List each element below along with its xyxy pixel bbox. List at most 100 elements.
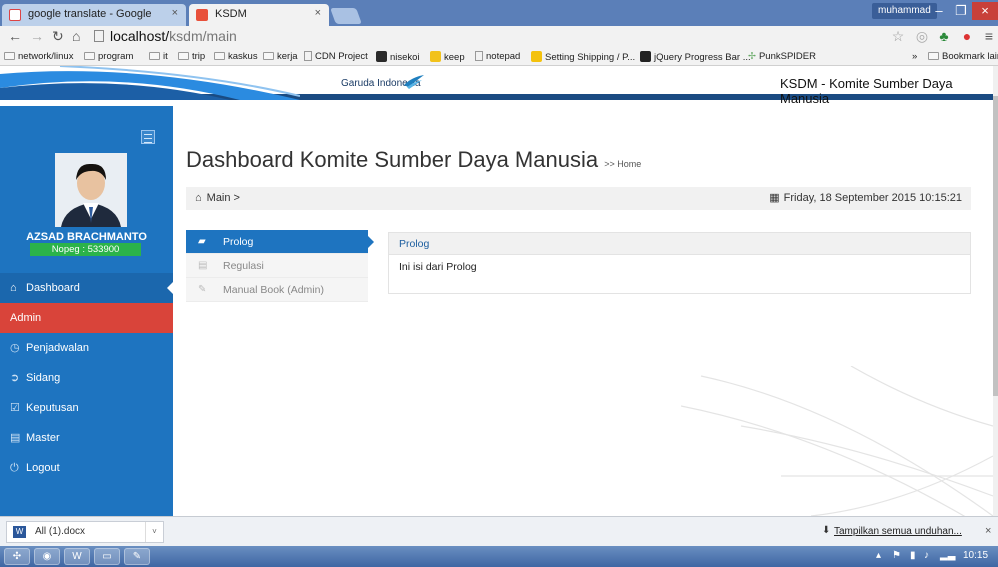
browser-tab-ksdm[interactable]: KSDM ×: [189, 4, 329, 26]
sidebar-item-label: Keputusan: [26, 402, 79, 414]
bookmark-item[interactable]: notepad: [475, 51, 520, 62]
star-bookmark-icon[interactable]: ☆: [891, 29, 905, 43]
bookmarks-overflow-button[interactable]: »: [912, 51, 917, 62]
sidebar-item-label: Sidang: [26, 372, 61, 384]
page-icon: [94, 30, 104, 42]
word-taskbar-icon[interactable]: W: [64, 548, 90, 565]
scrollbar-thumb[interactable]: [993, 96, 998, 396]
url-host: localhost/: [110, 28, 170, 44]
shipping-favicon-icon: [531, 51, 542, 62]
taskbar-clock[interactable]: 10:15: [963, 550, 988, 561]
tab-regulasi[interactable]: ▤ Regulasi: [186, 254, 368, 278]
close-tab-icon[interactable]: ×: [315, 7, 321, 19]
sidebar-item-keputusan[interactable]: ☑ Keputusan: [0, 393, 173, 423]
bookmark-folder[interactable]: trip: [178, 51, 205, 62]
chrome-taskbar-icon[interactable]: ◉: [34, 548, 60, 565]
chevron-down-icon[interactable]: ˅: [145, 522, 163, 542]
battery-icon[interactable]: ▮: [910, 550, 916, 561]
minimize-icon[interactable]: –: [928, 2, 950, 20]
extension-icon[interactable]: ◎: [915, 29, 929, 43]
bookmark-item[interactable]: jQuery Progress Bar ...: [640, 51, 751, 63]
folder-icon: [214, 52, 225, 60]
breadcrumb: ⌂ Main > ▦ Friday, 18 September 2015 10:15…: [186, 187, 971, 210]
bookmark-folder[interactable]: it: [149, 51, 168, 62]
download-shelf: W All (1).docx ˅ ⬇ Tampilkan semua unduh…: [0, 516, 998, 546]
panel-body: Ini isi dari Prolog: [399, 261, 477, 273]
forward-arrow-icon[interactable]: →: [30, 28, 44, 44]
sidebar-section-admin: Admin: [0, 303, 173, 333]
briefcase-icon: ▤: [10, 432, 21, 444]
sidebar-item-logout[interactable]: ⏻ Logout: [0, 453, 173, 483]
calendar-icon: ▦: [769, 192, 780, 204]
windows-taskbar: ✣ ◉ W ▭ ✎ ▴ ⚑ ▮ ♪ ▂▃ 10:15: [0, 546, 998, 567]
bookmark-item[interactable]: ✢ PunkSPIDER: [748, 51, 816, 62]
download-filename: All (1).docx: [35, 526, 86, 537]
datetime-text: Friday, 18 September 2015 10:15:21: [783, 192, 962, 204]
browser-tab-google-translate[interactable]: google translate - Google ×: [2, 4, 186, 26]
bookmark-folder[interactable]: network/linux: [4, 51, 73, 62]
window-close-icon[interactable]: ×: [972, 2, 998, 20]
show-all-downloads-link[interactable]: Tampilkan semua unduhan...: [834, 526, 962, 537]
flag-icon[interactable]: ⚑: [892, 550, 901, 561]
prolog-panel: Prolog Ini isi dari Prolog: [388, 232, 971, 294]
restore-icon[interactable]: ❐: [950, 2, 972, 20]
adblock-icon[interactable]: ●: [960, 29, 974, 43]
checkbox-icon: ☑: [10, 402, 20, 414]
gmail-favicon-icon: [9, 9, 21, 21]
folder-icon: [178, 52, 189, 60]
reload-icon[interactable]: ↻: [52, 28, 64, 45]
power-icon: ⏻: [10, 462, 19, 474]
url-path: ksdm/main: [169, 28, 237, 44]
new-tab-button[interactable]: [330, 8, 362, 24]
bookmark-item[interactable]: nisekoi: [376, 51, 420, 63]
jquery-favicon-icon: [640, 51, 651, 62]
extension-people-icon[interactable]: ♣: [937, 29, 951, 43]
tab-manual-book[interactable]: ✎ Manual Book (Admin): [186, 278, 368, 302]
address-bar[interactable]: localhost/ksdm/main: [94, 28, 884, 46]
back-arrow-icon[interactable]: ←: [8, 28, 22, 44]
book-icon: ▰: [198, 236, 206, 247]
volume-icon[interactable]: ♪: [924, 550, 929, 561]
tab-prolog[interactable]: ▰ Prolog: [186, 230, 374, 254]
tray-expand-icon[interactable]: ▴: [876, 550, 881, 561]
bookmark-label: keep: [444, 52, 465, 63]
bookmark-item[interactable]: keep: [430, 51, 465, 63]
sidebar-item-dashboard[interactable]: ⌂ Dashboard: [0, 273, 173, 303]
sidebar-item-sidang[interactable]: ➲ Sidang: [0, 363, 173, 393]
bookmark-label: Setting Shipping / P...: [545, 52, 636, 63]
menu-icon[interactable]: ≡: [982, 29, 996, 43]
start-button-icon[interactable]: ✣: [4, 548, 30, 565]
sidebar-item-master[interactable]: ▤ Master: [0, 423, 173, 453]
menu-toggle-icon[interactable]: [141, 130, 155, 144]
bookmark-folder[interactable]: kaskus: [214, 51, 258, 62]
tab-label: Regulasi: [223, 260, 264, 272]
folder-taskbar-icon[interactable]: ▭: [94, 548, 120, 565]
home-icon: ⌂: [10, 282, 17, 294]
browser-tab-strip: google translate - Google × KSDM × muham…: [0, 0, 998, 26]
sidebar-item-label: Master: [26, 432, 60, 444]
close-tab-icon[interactable]: ×: [172, 7, 178, 19]
bookmark-item[interactable]: Setting Shipping / P...: [531, 51, 635, 63]
bookmark-folder[interactable]: kerja: [263, 51, 298, 62]
header-wave-decoration: [0, 66, 300, 100]
site-title: KSDM - Komite Sumber Daya Manusia: [780, 76, 953, 106]
home-button-icon[interactable]: ⌂: [72, 28, 80, 44]
download-item[interactable]: W All (1).docx ˅: [6, 521, 164, 543]
network-signal-icon[interactable]: ▂▃: [940, 550, 955, 561]
page-title: Dashboard Komite Sumber Daya Manusia >> …: [186, 147, 641, 173]
page-title-text: Dashboard Komite Sumber Daya Manusia: [186, 147, 599, 172]
page-title-suffix: >> Home: [604, 159, 642, 169]
tool-taskbar-icon[interactable]: ✎: [124, 548, 150, 565]
page-scrollbar[interactable]: [993, 66, 998, 516]
bookmark-label: CDN Project: [315, 51, 368, 62]
folder-icon: [84, 52, 95, 60]
bookmark-folder[interactable]: program: [84, 51, 133, 62]
sidebar-item-penjadwalan[interactable]: ◷ Penjadwalan: [0, 333, 173, 363]
breadcrumb-main-link[interactable]: Main >: [207, 192, 240, 204]
watermark-decoration: [681, 366, 993, 516]
bookmark-label: PunkSPIDER: [758, 51, 816, 62]
other-bookmarks-folder[interactable]: Bookmark lain: [928, 51, 998, 62]
close-download-shelf-icon[interactable]: ×: [985, 525, 991, 537]
ksdm-favicon-icon: [196, 9, 208, 21]
bookmark-item[interactable]: CDN Project: [304, 51, 368, 62]
